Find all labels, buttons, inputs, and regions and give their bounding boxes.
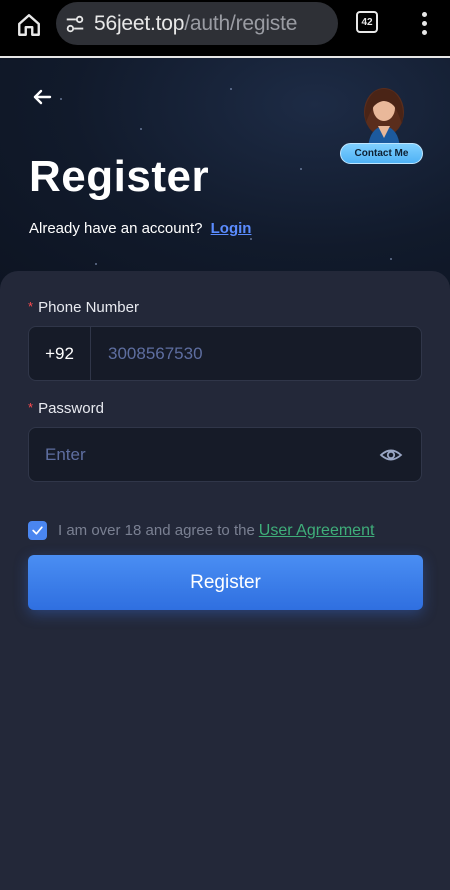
login-link[interactable]: Login	[211, 220, 252, 237]
tabs-icon[interactable]: 42	[356, 11, 378, 33]
agreement-row: I am over 18 and agree to the User Agree…	[28, 521, 374, 540]
password-input[interactable]	[29, 428, 379, 481]
agree-checkbox[interactable]	[28, 521, 47, 540]
register-button[interactable]: Register	[28, 555, 423, 610]
url-text[interactable]: 56jeet.top/auth/registe	[94, 12, 297, 36]
url-domain: 56jeet.top	[94, 11, 185, 35]
required-marker: *	[28, 299, 34, 314]
home-icon[interactable]	[14, 10, 44, 40]
account-prompt: Already have an account? Login	[29, 220, 251, 237]
password-label: * Password	[28, 400, 104, 417]
back-arrow-icon[interactable]	[30, 85, 54, 109]
address-bar[interactable]: 56jeet.top/auth/registe	[56, 2, 338, 45]
phone-field: +92	[28, 326, 422, 381]
contact-me-button[interactable]: Contact Me	[340, 143, 423, 164]
support-avatar[interactable]	[352, 82, 416, 152]
register-form: * Phone Number +92 * Password I am over 18…	[0, 271, 450, 890]
eye-icon[interactable]	[379, 443, 403, 467]
check-icon	[32, 526, 43, 535]
browser-toolbar: 56jeet.top/auth/registe 42	[0, 0, 450, 56]
tune-icon[interactable]	[64, 13, 86, 35]
user-agreement-link[interactable]: User Agreement	[259, 522, 375, 540]
phone-label-text: Phone Number	[38, 299, 139, 316]
country-code-selector[interactable]: +92	[29, 327, 91, 380]
required-marker: *	[28, 400, 34, 415]
agree-text: I am over 18 and agree to the	[58, 522, 255, 539]
more-vert-icon[interactable]	[414, 8, 434, 38]
phone-label: * Phone Number	[28, 299, 139, 316]
phone-input[interactable]	[91, 327, 421, 380]
url-path: /auth/registe	[184, 11, 298, 35]
tab-count: 42	[361, 16, 373, 28]
page-title: Register	[29, 152, 210, 201]
account-prompt-text: Already have an account?	[29, 220, 203, 237]
password-field	[28, 427, 422, 482]
password-label-text: Password	[38, 400, 104, 417]
